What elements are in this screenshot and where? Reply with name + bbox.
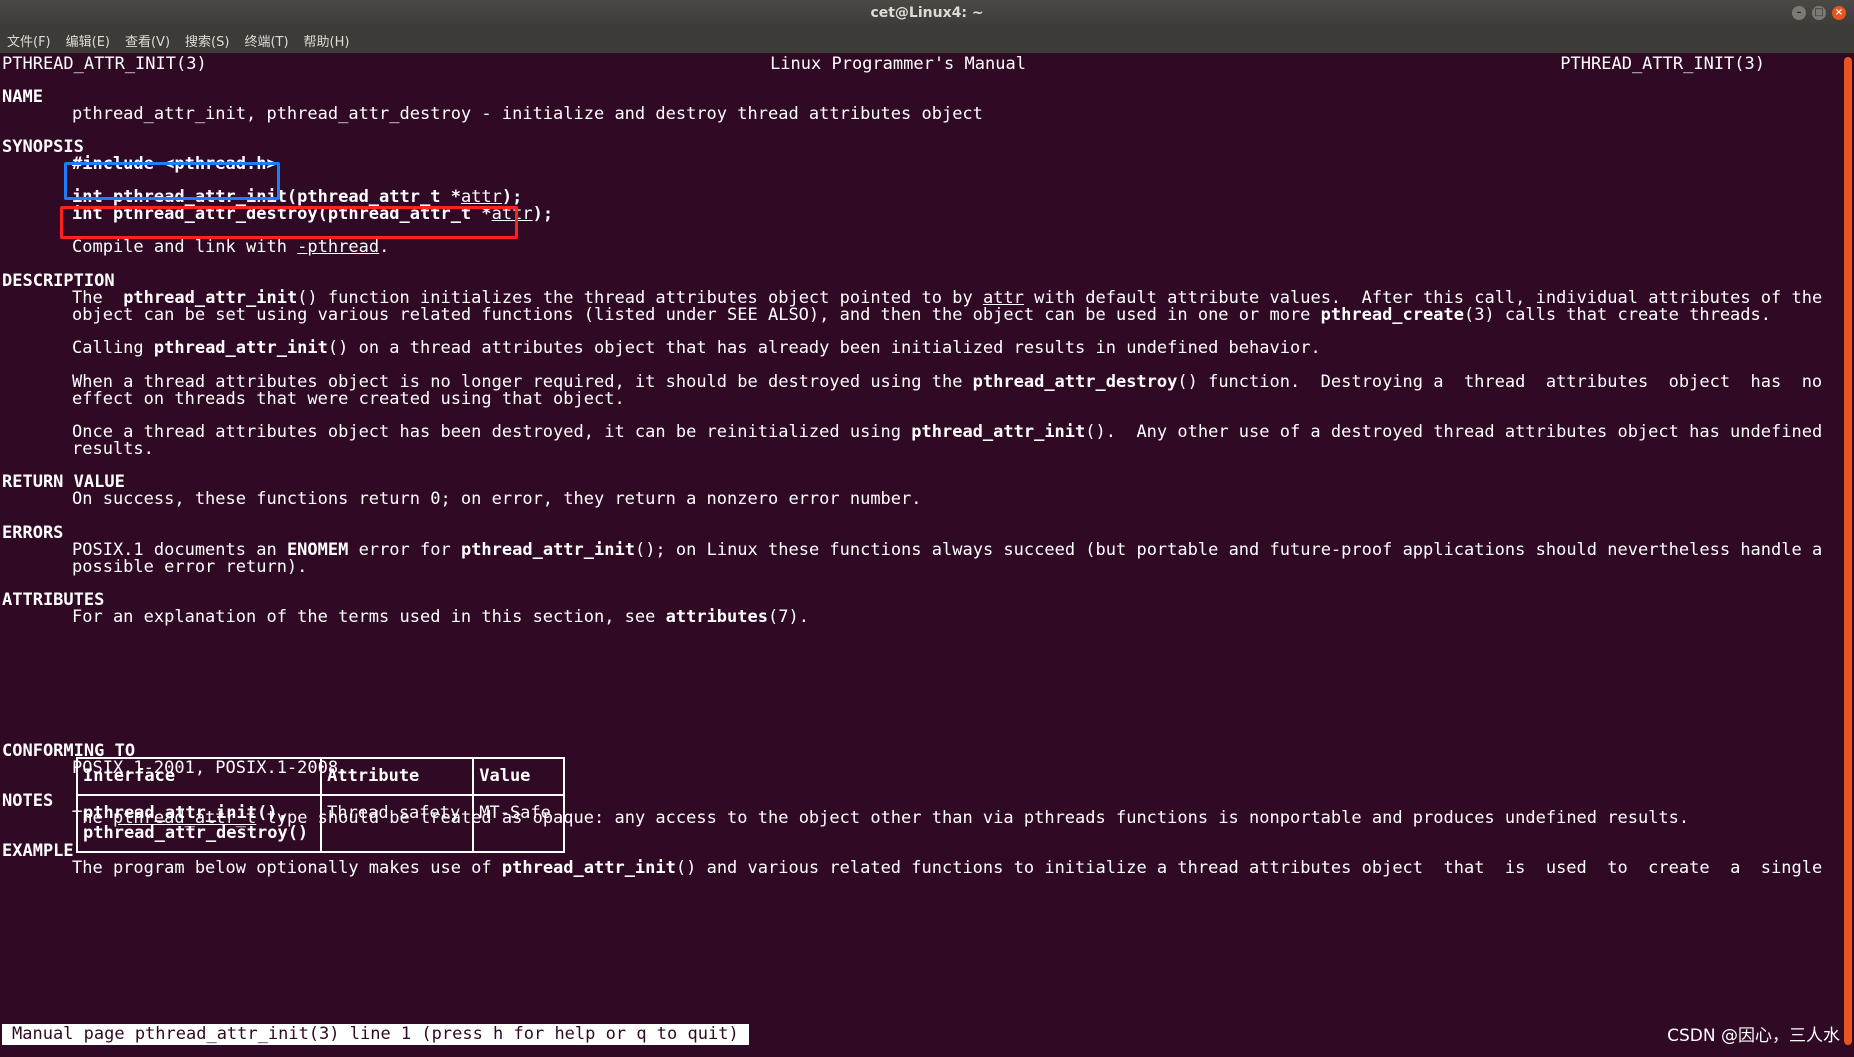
highlight-box-include — [64, 162, 280, 200]
minimize-icon[interactable]: – — [1792, 6, 1806, 20]
table-header-cell: Attribute — [320, 757, 475, 796]
menu-search[interactable]: 搜索(S) — [184, 29, 230, 52]
table-header-cell: Value — [472, 757, 565, 796]
synopsis-compile: Compile and link with -pthread. — [72, 237, 390, 257]
description-p4-l2: results. — [72, 439, 154, 459]
menu-edit[interactable]: 编辑(E) — [65, 29, 111, 52]
pager-status-line: Manual page pthread_attr_init(3) line 1 … — [2, 1024, 749, 1045]
description-p2: Calling pthread_attr_init() on a thread … — [72, 338, 1321, 358]
attributes-table: Interface Attribute Value pthread_attr_i… — [75, 757, 565, 853]
close-icon[interactable]: × — [1832, 6, 1846, 20]
terminal-content[interactable]: PTHREAD_ATTR_INIT(3) Linux Programmer's … — [0, 53, 1840, 1057]
menu-help[interactable]: 帮助(H) — [303, 29, 351, 52]
maximize-icon[interactable]: □ — [1812, 6, 1826, 20]
errors-l1: POSIX.1 documents an ENOMEM error for pt… — [72, 540, 1823, 560]
window-titlebar: cet@Linux4: ~ – □ × — [0, 0, 1854, 27]
attributes-text: For an explanation of the terms used in … — [72, 607, 809, 627]
table-header-row: Interface Attribute Value — [75, 757, 565, 796]
window-title: cet@Linux4: ~ — [870, 5, 984, 21]
menu-file[interactable]: 文件(F) — [6, 29, 52, 52]
name-text: pthread_attr_init, pthread_attr_destroy … — [72, 104, 983, 124]
man-header-right: PTHREAD_ATTR_INIT(3) — [1560, 54, 1765, 74]
table-cell-attribute: Thread safety — [320, 794, 475, 853]
man-header-center: Linux Programmer's Manual — [770, 54, 1026, 74]
watermark: CSDN @因心，三人水 — [1667, 1026, 1840, 1046]
scrollbar-thumb[interactable] — [1844, 57, 1852, 1045]
section-heading-example: EXAMPLE — [2, 841, 74, 861]
description-p1-l2: object can be set using various related … — [72, 305, 1771, 325]
section-heading-notes: NOTES — [2, 791, 54, 811]
window-controls: – □ × — [1792, 6, 1846, 20]
errors-l2: possible error return). — [72, 557, 308, 577]
return-value-text: On success, these functions return 0; on… — [72, 489, 922, 509]
menu-bar: 文件(F) 编辑(E) 查看(V) 搜索(S) 终端(T) 帮助(H) — [0, 27, 1854, 53]
table-header-cell: Interface — [75, 757, 323, 796]
description-p3-l2: effect on threads that were created usin… — [72, 389, 625, 409]
table-cell-value: MT-Safe — [472, 794, 565, 853]
section-heading-name: NAME — [2, 87, 43, 107]
highlight-box-init-prototype — [60, 206, 518, 239]
example-text: The program below optionally makes use o… — [72, 858, 1823, 878]
table-cell-interface: pthread_attr_init(), pthread_attr_destroy… — [75, 794, 323, 853]
menu-terminal[interactable]: 终端(T) — [243, 29, 289, 52]
table-row: pthread_attr_init(), pthread_attr_destroy… — [75, 794, 565, 853]
section-heading-errors: ERRORS — [2, 523, 64, 543]
description-p4-l1: Once a thread attributes object has been… — [72, 422, 1823, 442]
menu-view[interactable]: 查看(V) — [124, 29, 171, 52]
